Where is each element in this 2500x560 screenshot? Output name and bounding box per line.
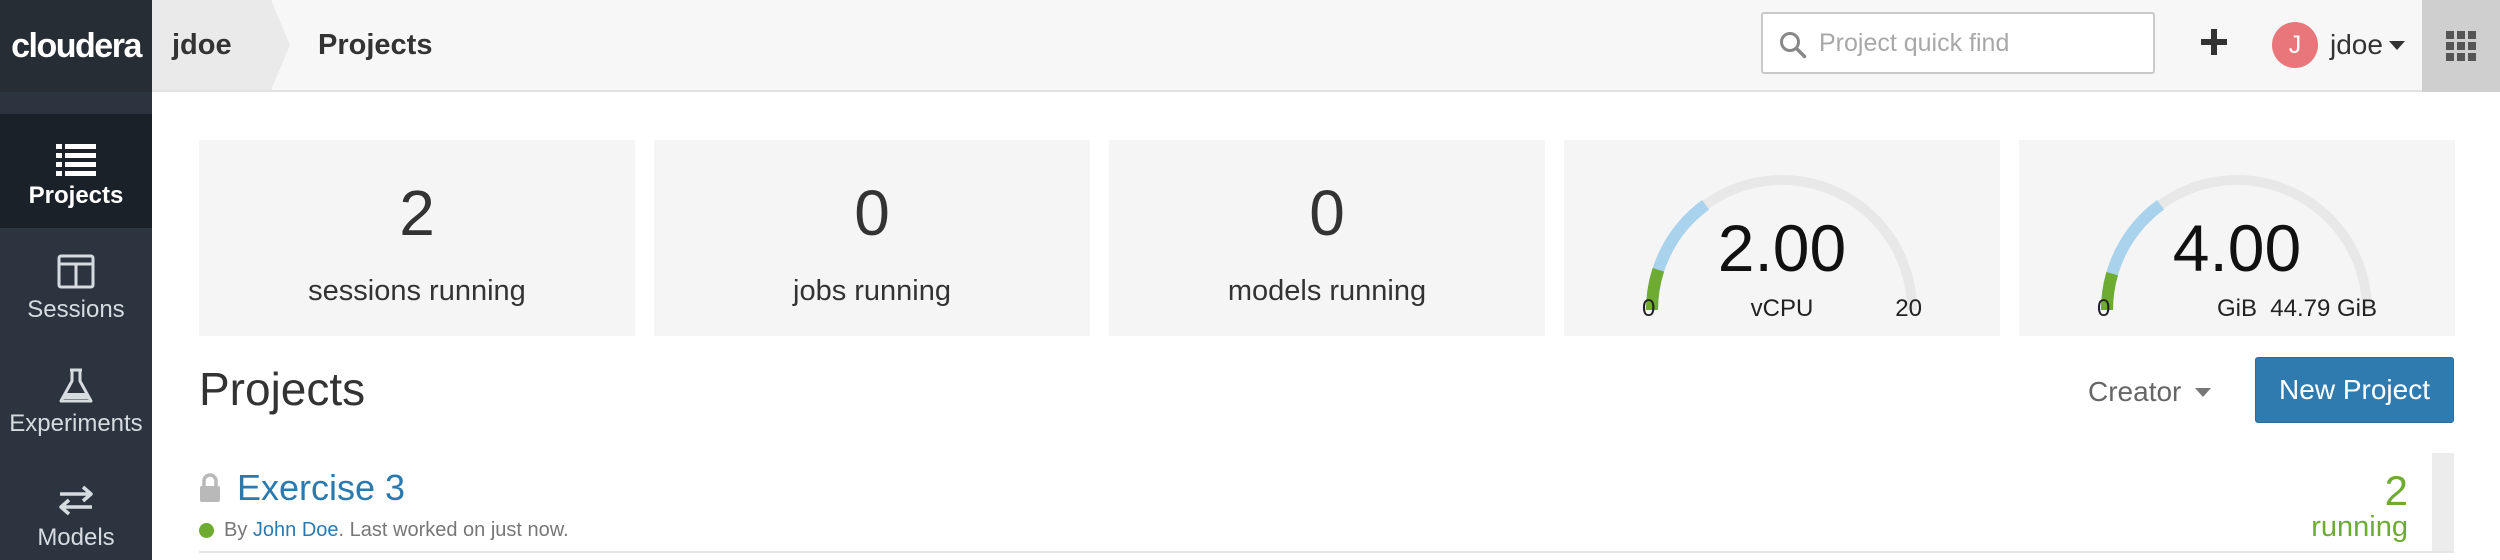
models-running-count: 0 (1309, 177, 1345, 249)
sidebar-item-label: Projects (28, 182, 124, 209)
flask-icon (59, 368, 93, 403)
avatar: J (2272, 22, 2318, 68)
project-name-link[interactable]: Exercise 3 (237, 467, 405, 509)
search-input[interactable] (1819, 14, 2149, 72)
running-sessions-count[interactable]: 2 (2385, 467, 2408, 515)
top-header: cloudera jdoe Projects J jdoe (0, 0, 2500, 92)
running-sessions-label: running (2311, 511, 2408, 543)
sessions-running-card[interactable]: 2 sessions running (199, 140, 635, 336)
project-quick-find (1761, 12, 2155, 74)
memory-usage-gauge: 4.00 0 GiB 44.79 GiB (2019, 140, 2455, 336)
models-running-card[interactable]: 0 models running (1109, 140, 1545, 336)
logo-text: cloudera (11, 26, 142, 65)
apps-menu-button[interactable] (2422, 0, 2500, 92)
sidebar-item-label: Sessions (27, 296, 125, 323)
search-icon (1780, 32, 1807, 59)
cpu-value: 2.00 (1717, 211, 1847, 285)
sidebar-item-projects[interactable]: Projects (0, 114, 152, 228)
new-project-button[interactable]: New Project (2255, 357, 2454, 423)
breadcrumb-user[interactable]: jdoe (152, 0, 272, 90)
chevron-down-icon (2388, 40, 2405, 50)
project-row[interactable]: Exercise 3 By John Doe. Last worked on j… (199, 453, 2454, 553)
cpu-unit: vCPU (1750, 295, 1814, 322)
project-last-worked: . Last worked on just now. (338, 519, 569, 541)
jobs-running-label: jobs running (793, 275, 951, 307)
project-creator-link[interactable]: John Doe (253, 519, 339, 542)
memory-unit: GiB (2216, 295, 2257, 322)
breadcrumb-user-label: jdoe (172, 29, 232, 61)
list-icon (56, 144, 96, 176)
project-meta: By John Doe. Last worked on just now. (199, 519, 569, 542)
memory-max: 44.79 GiB (2270, 295, 2377, 322)
jobs-running-card[interactable]: 0 jobs running (654, 140, 1090, 336)
sidebar-item-sessions[interactable]: Sessions (0, 228, 152, 342)
sidebar-item-experiments[interactable]: Experiments (0, 342, 152, 456)
columns-icon (57, 254, 95, 289)
status-dot-icon (199, 523, 214, 538)
sidebar: Projects Sessions Experiments Models (0, 92, 152, 560)
cloudera-logo[interactable]: cloudera (0, 0, 152, 92)
project-by-prefix: By (224, 519, 248, 541)
jobs-running-count: 0 (854, 177, 890, 249)
user-name: jdoe (2330, 29, 2383, 60)
lock-icon (200, 473, 220, 502)
cpu-usage-gauge: 2.00 0 vCPU 20 (1564, 140, 2000, 336)
chevron-down-icon (2195, 387, 2212, 397)
arrows-icon (59, 485, 93, 516)
breadcrumb-current-page: Projects (318, 29, 433, 61)
creator-filter-label: Creator (2088, 376, 2182, 407)
plus-icon[interactable] (2196, 24, 2232, 64)
memory-value: 4.00 (2172, 211, 2302, 285)
sidebar-item-label: Models (37, 524, 115, 551)
cpu-max: 20 (1895, 295, 1922, 322)
user-menu[interactable]: J jdoe (2272, 20, 2405, 70)
models-running-label: models running (1227, 275, 1427, 307)
sidebar-item-models[interactable]: Models (0, 456, 152, 560)
creator-filter-dropdown[interactable]: Creator (2088, 376, 2212, 408)
breadcrumb-separator (271, 0, 290, 90)
apps-grid-icon (2446, 31, 2476, 61)
sidebar-item-label: Experiments (9, 410, 143, 437)
sessions-running-label: sessions running (308, 275, 526, 307)
scrollbar[interactable] (2432, 453, 2454, 551)
sessions-running-count: 2 (399, 177, 435, 249)
page-title: Projects (199, 363, 366, 415)
